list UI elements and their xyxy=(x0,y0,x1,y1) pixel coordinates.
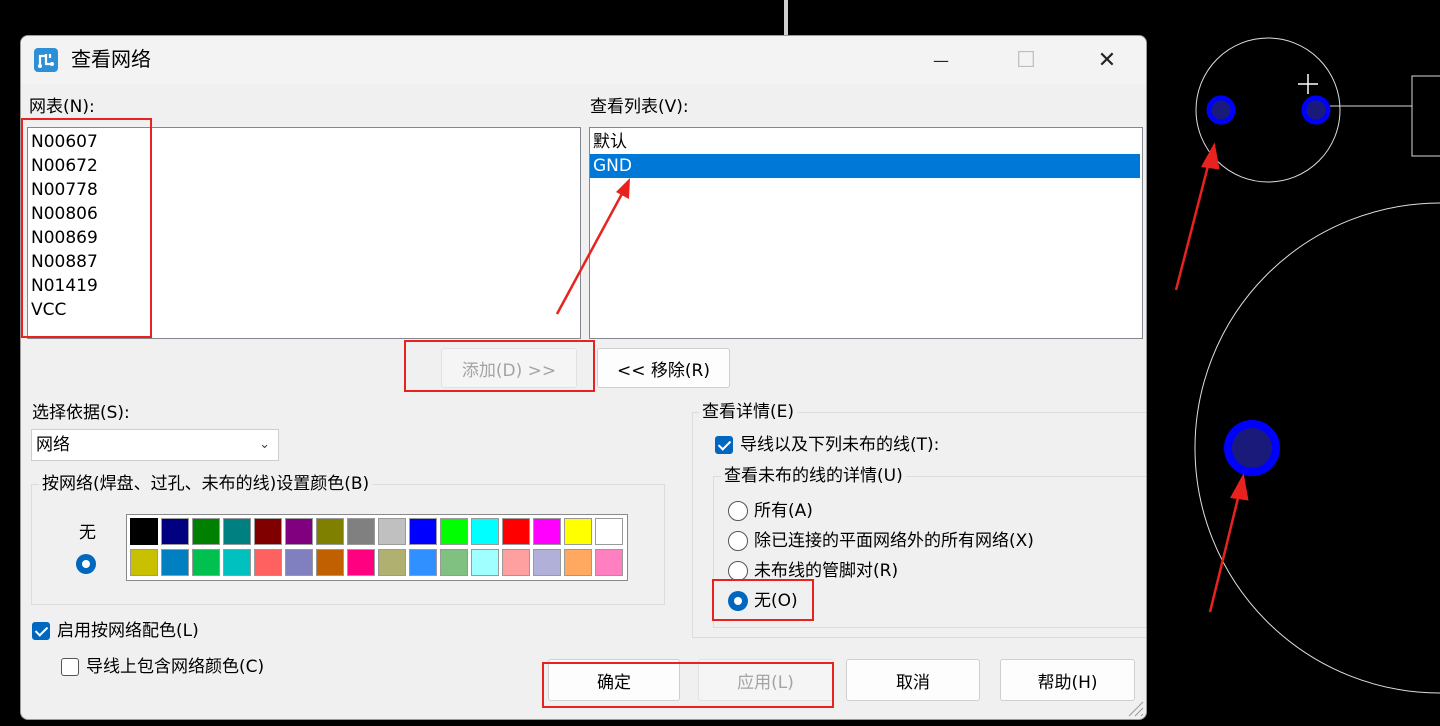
close-button[interactable]: ✕ xyxy=(1085,36,1129,84)
radio-except-plane-label: 除已连接的平面网络外的所有网络(X) xyxy=(754,531,1034,551)
unrouted-label: 查看未布的线的详情(U) xyxy=(721,465,906,487)
viewlist-listbox[interactable]: 默认 GND xyxy=(589,127,1143,339)
resize-grip-icon[interactable] xyxy=(1126,699,1144,717)
color-swatch[interactable] xyxy=(347,549,375,576)
color-swatch[interactable] xyxy=(223,518,251,545)
netlist-item[interactable]: N00887 xyxy=(28,250,580,274)
color-swatch[interactable] xyxy=(533,518,561,545)
color-swatch[interactable] xyxy=(564,549,592,576)
color-swatch[interactable] xyxy=(285,518,313,545)
radio-except-plane[interactable] xyxy=(728,531,748,551)
enable-color-label: 启用按网络配色(L) xyxy=(57,621,199,641)
color-swatch[interactable] xyxy=(347,518,375,545)
pad-2 xyxy=(1301,95,1331,125)
color-swatch[interactable] xyxy=(254,549,282,576)
color-swatch[interactable] xyxy=(316,549,344,576)
netlist-item[interactable]: N00806 xyxy=(28,202,580,226)
color-swatch[interactable] xyxy=(130,549,158,576)
color-swatch[interactable] xyxy=(130,518,158,545)
component-rect xyxy=(1411,75,1440,157)
include-traces-label: 导线上包含网络颜色(C) xyxy=(86,657,265,677)
select-by-value: 网络 xyxy=(36,435,70,455)
select-by-dropdown[interactable]: 网络 ⌄ xyxy=(31,429,279,461)
radio-pin-pairs-label: 未布线的管脚对(R) xyxy=(754,561,899,581)
color-swatch[interactable] xyxy=(285,549,313,576)
color-swatch[interactable] xyxy=(254,518,282,545)
color-swatch[interactable] xyxy=(316,518,344,545)
color-swatch[interactable] xyxy=(471,518,499,545)
close-icon: ✕ xyxy=(1097,47,1117,73)
viewlist-item-default[interactable]: 默认 xyxy=(590,130,1142,154)
traces-unrouted-checkbox[interactable] xyxy=(715,436,733,454)
netlist-item[interactable]: N00672 xyxy=(28,154,580,178)
enable-color-checkbox[interactable] xyxy=(32,622,50,640)
radio-pin-pairs[interactable] xyxy=(728,561,748,581)
color-swatch[interactable] xyxy=(378,518,406,545)
color-swatch[interactable] xyxy=(409,518,437,545)
color-swatch[interactable] xyxy=(161,518,189,545)
netlist-label: 网表(N): xyxy=(29,97,95,117)
color-swatch[interactable] xyxy=(192,518,220,545)
traces-unrouted-label: 导线以及下列未布的线(T): xyxy=(740,435,940,455)
maximize-button[interactable]: ☐ xyxy=(1004,36,1048,84)
chevron-down-icon: ⌄ xyxy=(259,437,270,452)
netlist-item[interactable]: N00778 xyxy=(28,178,580,202)
pad-3 xyxy=(1224,420,1280,476)
minimize-icon: — xyxy=(933,50,949,70)
netlist-item[interactable]: N00607 xyxy=(28,130,580,154)
color-swatch[interactable] xyxy=(378,549,406,576)
color-swatch[interactable] xyxy=(595,518,623,545)
netlist-item[interactable]: VCC xyxy=(28,298,580,322)
app-icon xyxy=(34,48,58,72)
remove-button[interactable]: << 移除(R) xyxy=(597,348,730,388)
viewlist-item-gnd[interactable]: GND xyxy=(590,154,1140,178)
maximize-icon: ☐ xyxy=(1016,47,1036,73)
radio-none-label: 无(O) xyxy=(754,591,798,611)
color-swatch[interactable] xyxy=(440,549,468,576)
color-swatch[interactable] xyxy=(502,549,530,576)
radio-none[interactable] xyxy=(728,591,748,611)
minimize-button[interactable]: — xyxy=(919,36,963,84)
apply-button[interactable]: 应用(L) xyxy=(698,659,833,701)
details-label: 查看详情(E) xyxy=(699,401,798,423)
color-group-label: 按网络(焊盘、过孔、未布的线)设置颜色(B) xyxy=(39,473,373,495)
cancel-button[interactable]: 取消 xyxy=(846,659,980,701)
pad-1 xyxy=(1206,95,1236,125)
color-none-radio[interactable] xyxy=(76,554,96,574)
add-button[interactable]: 添加(D) >> xyxy=(441,348,577,388)
color-swatch[interactable] xyxy=(409,549,437,576)
radio-all-label: 所有(A) xyxy=(754,501,813,521)
include-traces-checkbox[interactable] xyxy=(61,658,79,676)
color-swatch[interactable] xyxy=(502,518,530,545)
color-none-label: 无 xyxy=(79,523,96,543)
color-palette xyxy=(126,514,628,581)
viewlist-label: 查看列表(V): xyxy=(590,97,689,117)
dialog-title: 查看网络 xyxy=(71,47,151,71)
color-swatch[interactable] xyxy=(223,549,251,576)
netlist-item[interactable]: N00869 xyxy=(28,226,580,250)
netlist-listbox[interactable]: N00607 N00672 N00778 N00806 N00869 N0088… xyxy=(27,127,581,339)
ok-button[interactable]: 确定 xyxy=(548,659,680,701)
color-swatch[interactable] xyxy=(161,549,189,576)
color-swatch[interactable] xyxy=(440,518,468,545)
color-swatch[interactable] xyxy=(595,549,623,576)
netlist-item[interactable]: N01419 xyxy=(28,274,580,298)
view-nets-dialog: 查看网络 — ☐ ✕ 网表(N): N00607 N00672 N00778 N… xyxy=(20,35,1147,720)
radio-all[interactable] xyxy=(728,501,748,521)
color-swatch[interactable] xyxy=(564,518,592,545)
help-button[interactable]: 帮助(H) xyxy=(1000,659,1135,701)
color-swatch[interactable] xyxy=(533,549,561,576)
annotation-arrows xyxy=(1174,142,1249,613)
color-swatch[interactable] xyxy=(471,549,499,576)
color-swatch[interactable] xyxy=(192,549,220,576)
title-bar[interactable]: 查看网络 — ☐ ✕ xyxy=(21,36,1146,84)
select-by-label: 选择依据(S): xyxy=(32,403,130,423)
